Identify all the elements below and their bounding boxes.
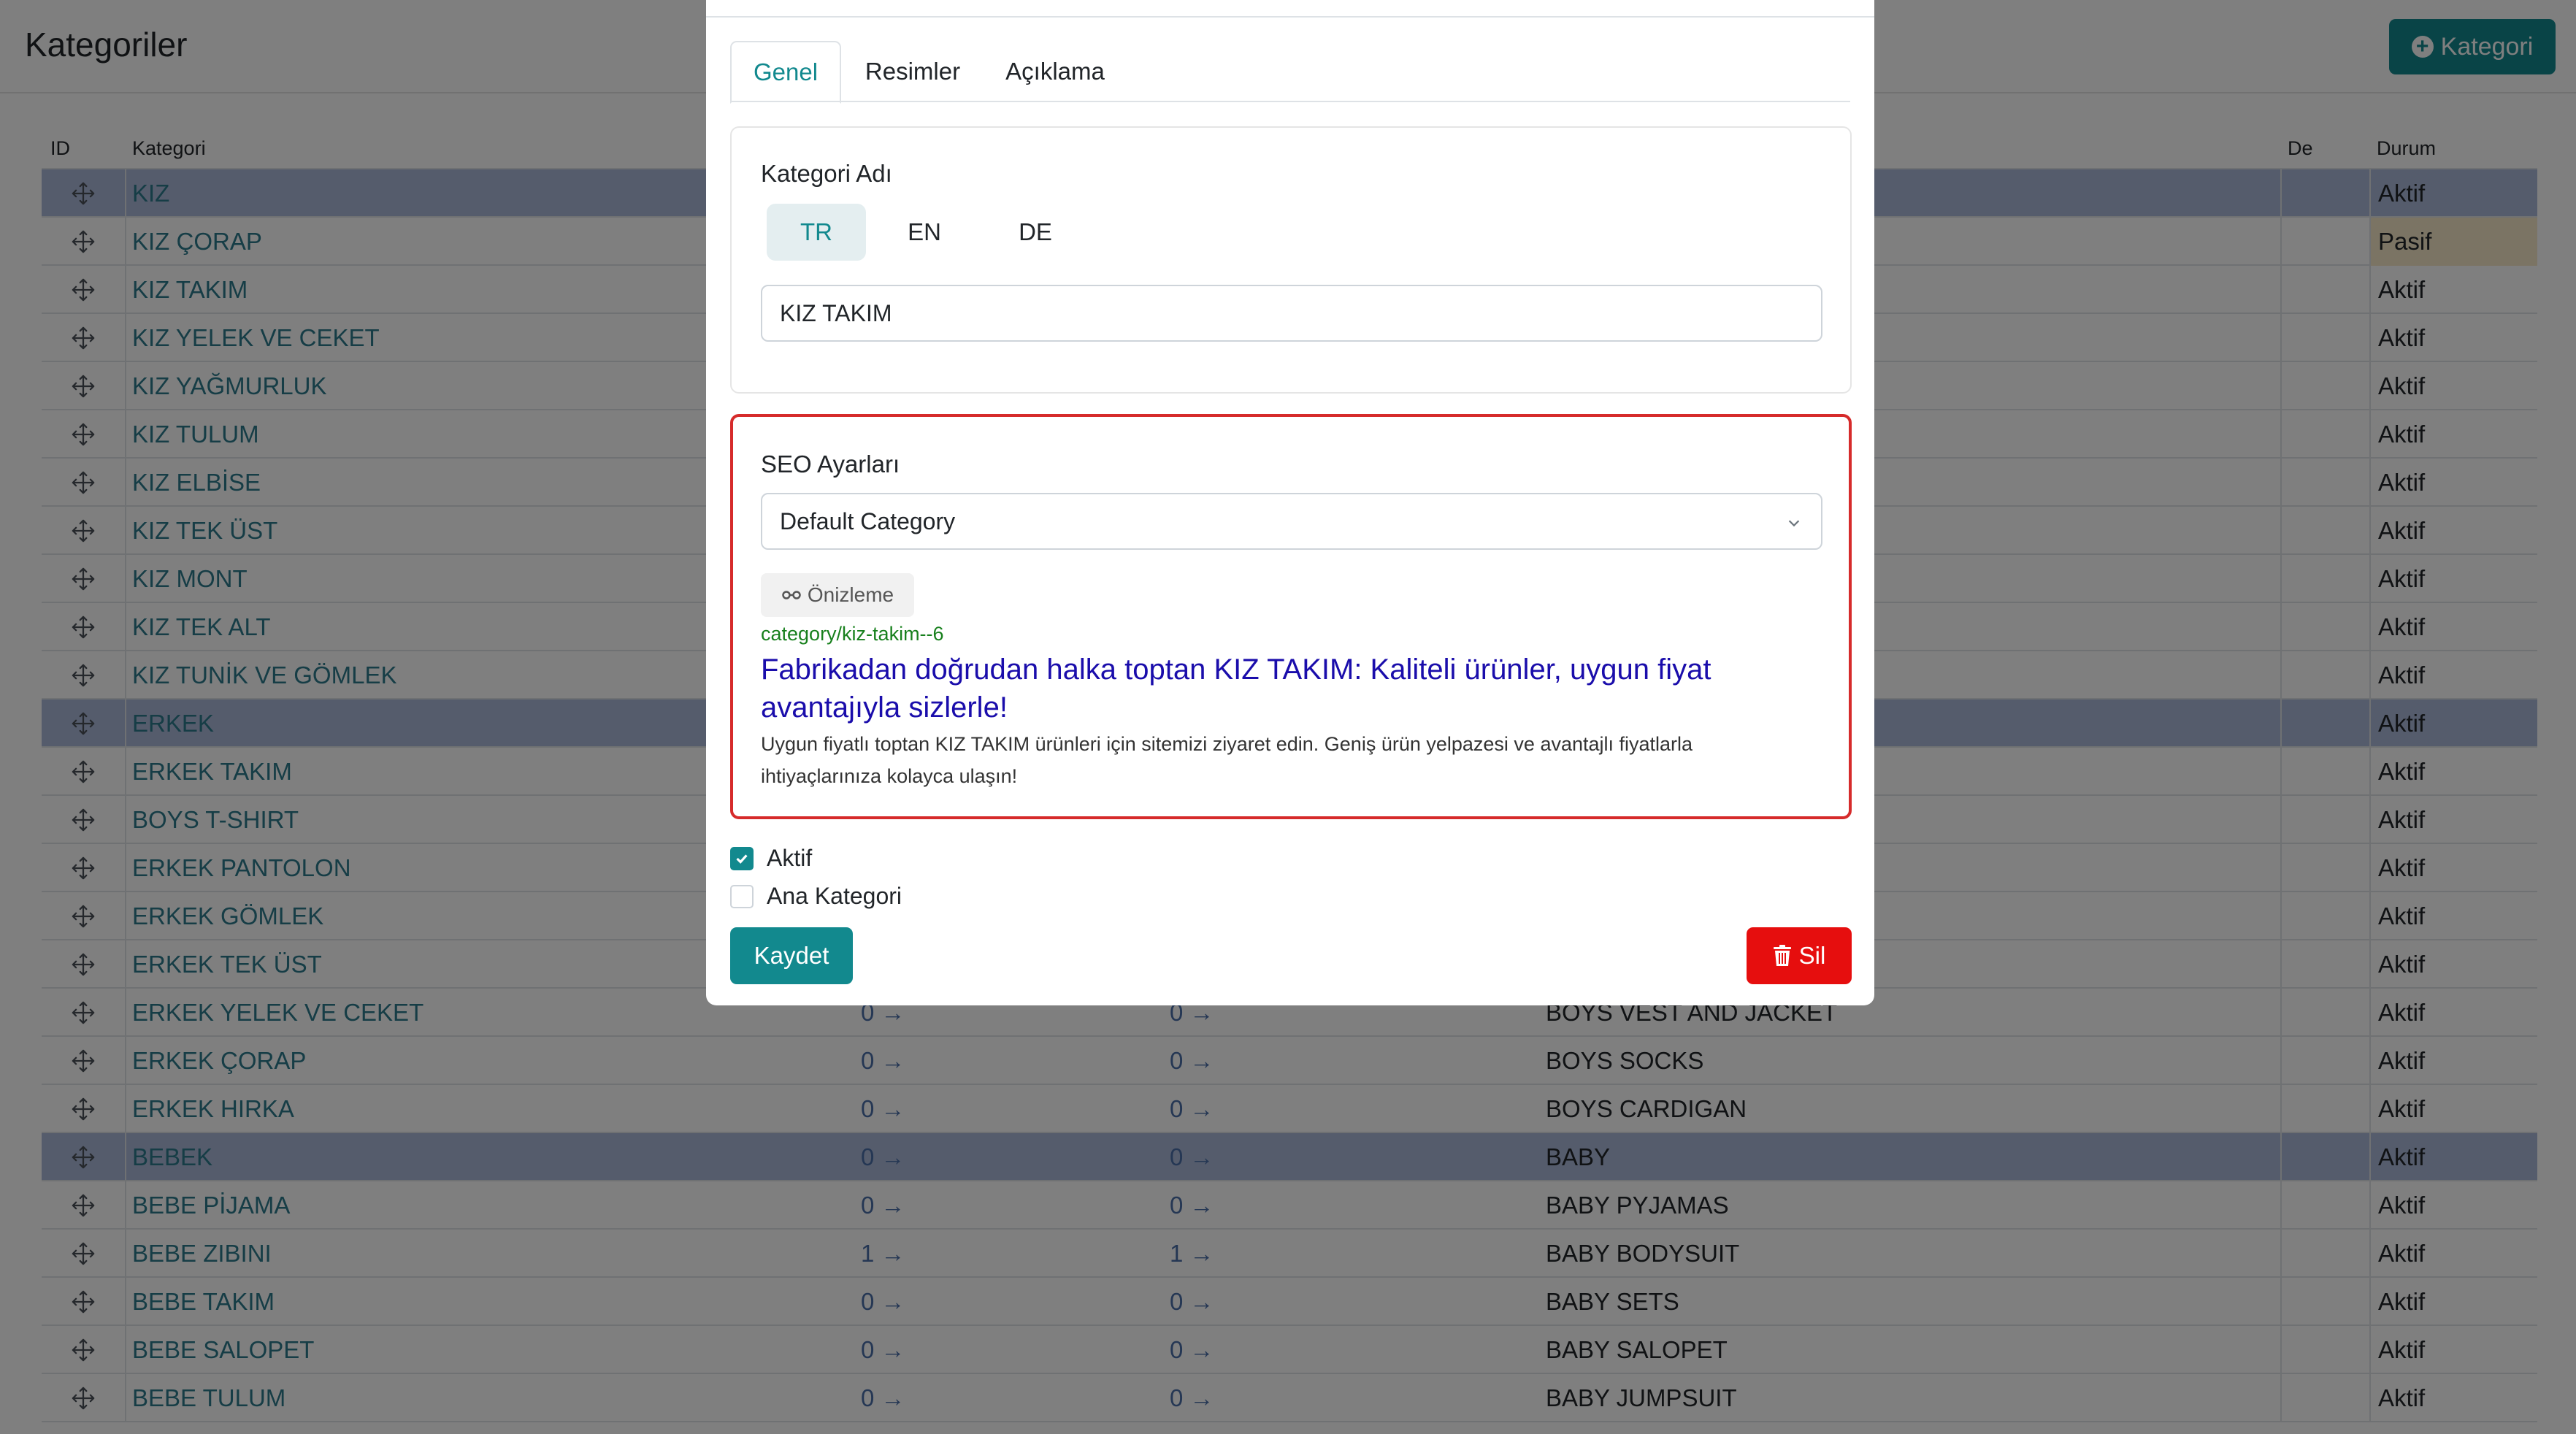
main-category-checkbox[interactable] bbox=[730, 884, 754, 908]
category-name-input[interactable]: KIZ TAKIM bbox=[761, 285, 1822, 342]
active-checkbox[interactable] bbox=[730, 846, 754, 870]
main-category-checkbox-row[interactable]: Ana Kategori bbox=[730, 883, 902, 910]
tab-resimler[interactable]: Resimler bbox=[841, 41, 984, 102]
chevron-down-icon bbox=[1788, 520, 1800, 527]
active-checkbox-row[interactable]: Aktif bbox=[730, 845, 812, 872]
seo-preview-button[interactable]: Önizleme bbox=[761, 573, 914, 617]
seo-preview-title: Fabrikadan doğrudan halka toptan KIZ TAK… bbox=[761, 653, 1711, 724]
seo-template-select[interactable]: Default Category bbox=[761, 493, 1822, 550]
category-name-label: Kategori Adı bbox=[761, 160, 892, 187]
seo-preview-description: Uygun fiyatlı toptan KIZ TAKIM ürünleri … bbox=[761, 733, 1693, 787]
seo-template-value: Default Category bbox=[780, 507, 956, 534]
save-button[interactable]: Kaydet bbox=[730, 927, 853, 984]
active-checkbox-label: Aktif bbox=[767, 845, 813, 871]
lang-tab-de[interactable]: DE bbox=[986, 204, 1085, 261]
trash-icon bbox=[1773, 945, 1791, 966]
seo-preview-url: category/kiz-takim--6 bbox=[761, 623, 944, 645]
modal-tabs: Genel Resimler Açıklama bbox=[730, 41, 1850, 104]
main-category-checkbox-label: Ana Kategori bbox=[767, 883, 902, 909]
seo-settings-card: SEO Ayarları Default Category Önizleme c… bbox=[730, 414, 1852, 819]
lang-tab-en[interactable]: EN bbox=[875, 204, 974, 261]
modal-header-divider bbox=[706, 16, 1874, 18]
category-name-card: Kategori Adı TR EN DE KIZ TAKIM bbox=[730, 126, 1852, 394]
seo-preview-label: Önizleme bbox=[807, 583, 894, 606]
seo-settings-label: SEO Ayarları bbox=[761, 450, 900, 478]
delete-button[interactable]: Sil bbox=[1747, 927, 1852, 984]
check-icon bbox=[736, 854, 748, 864]
tab-genel[interactable]: Genel bbox=[730, 41, 841, 104]
tab-aciklama[interactable]: Açıklama bbox=[984, 41, 1126, 102]
delete-label: Sil bbox=[1798, 942, 1826, 969]
edit-category-modal: Genel Resimler Açıklama Kategori Adı TR … bbox=[706, 0, 1874, 1005]
glasses-icon bbox=[782, 591, 801, 599]
lang-tab-tr[interactable]: TR bbox=[767, 204, 866, 261]
